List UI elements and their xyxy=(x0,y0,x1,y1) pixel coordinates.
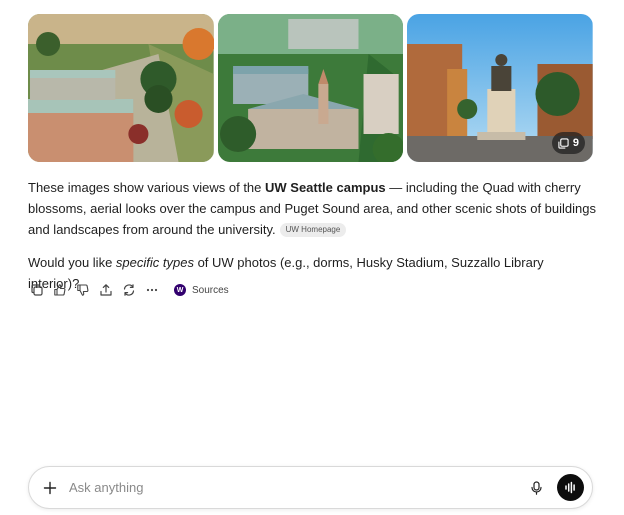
uw-logo-icon: W xyxy=(174,284,186,296)
aerial-photo xyxy=(217,14,404,162)
dictate-button[interactable] xyxy=(525,477,547,499)
gallery-image-aerial[interactable] xyxy=(217,14,404,162)
more-images-count: 9 xyxy=(572,137,580,149)
message-composer xyxy=(28,466,593,509)
more-icon xyxy=(146,288,158,292)
question-text: Would you like xyxy=(28,255,116,270)
ask-input[interactable] xyxy=(69,480,525,495)
thumbs-down-button[interactable] xyxy=(74,281,92,299)
answer-text: These images show various views of the xyxy=(28,180,265,195)
question-emphasis: specific types xyxy=(115,255,194,270)
voice-waveform-icon xyxy=(565,481,575,494)
thumbs-down-icon xyxy=(77,284,89,296)
thumbs-up-button[interactable] xyxy=(51,281,69,299)
plus-icon xyxy=(43,481,57,494)
message-actions: W Sources xyxy=(28,281,229,299)
attach-button[interactable] xyxy=(37,475,63,501)
image-gallery: 9 xyxy=(28,14,594,162)
gallery-image-quad[interactable] xyxy=(28,14,214,162)
thumbs-up-icon xyxy=(54,284,66,296)
regenerate-icon xyxy=(123,284,135,296)
answer-paragraph: These images show various views of the U… xyxy=(28,177,598,240)
quad-photo xyxy=(28,14,214,162)
voice-mode-button[interactable] xyxy=(557,474,584,501)
sources-button[interactable]: W Sources xyxy=(174,284,229,296)
copy-button[interactable] xyxy=(28,281,46,299)
more-images-badge[interactable]: 9 xyxy=(551,132,586,154)
citation-chip[interactable]: UW Homepage xyxy=(279,223,347,237)
answer-bold-text: UW Seattle campus xyxy=(265,180,386,195)
share-icon xyxy=(100,284,112,296)
images-stack-icon xyxy=(558,137,569,149)
sources-label: Sources xyxy=(192,284,229,296)
regenerate-button[interactable] xyxy=(120,281,138,299)
share-button[interactable] xyxy=(97,281,115,299)
gallery-image-statue[interactable]: 9 xyxy=(407,14,594,162)
more-options-button[interactable] xyxy=(143,281,161,299)
microphone-icon xyxy=(530,480,542,495)
copy-icon xyxy=(31,284,43,296)
